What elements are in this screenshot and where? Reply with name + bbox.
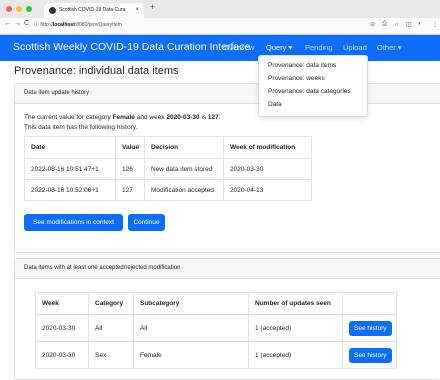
card-header: Data items with at least one accepted/re… [15, 259, 440, 279]
table-row: 2022-08-16 10:52:06+1 127 Modification a… [24, 179, 312, 201]
table-row: 2020-03-30 Sex Female 1 (accepted) See h… [35, 341, 397, 369]
table-cell: Sex [88, 341, 134, 369]
menu-item-provenance-weeks[interactable]: Provenance: weeks [268, 75, 325, 82]
modified-items-card: Data items with at least one accepted/re… [14, 258, 440, 380]
table-cell: 126 [115, 158, 145, 180]
column-header: Subcategory [133, 292, 249, 315]
browser-tab[interactable]: Scottish COVID-19 Data Cura × [44, 3, 144, 18]
table-cell: See history [342, 314, 397, 342]
page-title: Provenance: individual data items [14, 65, 179, 77]
url-prefix: http:// [40, 22, 53, 28]
new-tab-icon[interactable]: + [150, 2, 155, 12]
github-favicon-icon [49, 7, 56, 14]
column-header: Category [88, 292, 134, 315]
see-modifications-button[interactable]: See modifications in context [24, 214, 123, 231]
table-cell: Female [133, 341, 249, 369]
menu-item-data[interactable]: Data [268, 101, 282, 108]
column-header: Week of modification [223, 136, 312, 159]
current-value-prefix: The current value for category [24, 114, 113, 121]
item-value: 127 [207, 114, 219, 121]
history-intro-text: This data item has the following history… [24, 124, 138, 131]
column-header: Week [35, 292, 89, 315]
nav-upload[interactable]: Upload [343, 43, 367, 52]
nav-pending[interactable]: Pending [305, 43, 333, 52]
menu-item-provenance-data-items[interactable]: Provenance: data items [268, 62, 336, 69]
column-header: Date [24, 136, 116, 159]
table-cell: 2022-08-16 10:51:47+1 [24, 158, 116, 180]
current-value-mid: and week [134, 114, 167, 121]
table-cell: New data item stored [144, 158, 224, 180]
app-navbar: Scottish Weekly COVID-19 Data Curation I… [0, 35, 440, 61]
query-dropdown-menu: Provenance: data items Provenance: weeks… [258, 55, 368, 117]
tab-bar: Scottish COVID-19 Data Cura × + [0, 0, 440, 18]
table-cell: 2022-08-16 10:52:06+1 [24, 179, 116, 201]
table-cell: See history [342, 341, 397, 369]
table-row: 2020-03-30 All All 1 (accepted) See hist… [35, 314, 397, 342]
table-cell: 2020-03-30 [223, 158, 312, 180]
url-path: :8080/provQueryItem [74, 22, 122, 28]
column-header: Number of updates seen [248, 292, 343, 315]
current-value-text: The current value for category Female an… [24, 114, 221, 121]
table-cell: 2020-04-13 [223, 179, 312, 201]
close-tab-icon[interactable]: × [135, 3, 139, 18]
maximize-window-dot[interactable] [26, 6, 32, 12]
nav-overview[interactable]: Overview [223, 43, 254, 52]
table-cell: Modification accepted [144, 179, 224, 201]
minimize-window-dot[interactable] [16, 6, 22, 12]
current-value-end: . [218, 114, 221, 121]
nav-query-dropdown[interactable]: Query ▾ [266, 43, 292, 52]
bookmark-star-icon[interactable]: ☆ [394, 21, 399, 28]
table-cell: 2020-03-30 [35, 314, 89, 342]
modified-items-table: Week Category Subcategory Number of upda… [35, 292, 397, 369]
browser-chrome: Scottish COVID-19 Data Cura × + ← → C ⓘ … [0, 0, 440, 35]
table-cell: 1 (accepted) [248, 314, 343, 342]
tab-title: Scottish COVID-19 Data Cura [59, 7, 126, 13]
url-field[interactable]: ⓘ http://localhost:8080/provQueryItem [34, 20, 122, 31]
menu-item-provenance-data-categories[interactable]: Provenance: data categories [268, 88, 351, 95]
continue-button[interactable]: Continue [128, 214, 165, 231]
table-cell: 127 [115, 179, 145, 201]
browser-menu-icon[interactable]: ⋮ [432, 21, 438, 28]
table-cell: All [133, 314, 249, 342]
forward-icon[interactable]: → [14, 20, 21, 27]
column-header: Decision [144, 136, 224, 159]
history-table: Date Value Decision Week of modification… [24, 136, 312, 201]
see-history-button[interactable]: See history [349, 320, 392, 336]
column-header: Value [115, 136, 145, 159]
back-icon[interactable]: ← [4, 20, 11, 27]
url-host: localhost [52, 22, 75, 28]
table-row: 2022-08-16 10:51:47+1 126 New data item … [24, 158, 312, 180]
week-value: 2020-03-30 [166, 114, 200, 121]
card-header: Data item update history [15, 84, 440, 104]
column-header [342, 292, 397, 315]
nav-other-dropdown[interactable]: Other ▾ [377, 43, 402, 52]
table-header-row: Date Value Decision Week of modification [24, 136, 312, 159]
address-bar: ← → C ⓘ http://localhost:8080/provQueryI… [0, 18, 440, 35]
table-cell: 1 (accepted) [248, 341, 343, 369]
site-info-icon[interactable]: ⓘ [34, 22, 39, 28]
update-history-card: Data item update history The current val… [14, 83, 440, 253]
category-value: Female [112, 114, 135, 121]
app-brand[interactable]: Scottish Weekly COVID-19 Data Curation I… [13, 41, 250, 53]
share-icon[interactable]: ⎙ [382, 21, 387, 28]
see-history-button[interactable]: See history [349, 347, 392, 363]
zoom-icon[interactable]: ⊖ [370, 21, 375, 28]
table-cell: 2020-03-30 [35, 341, 89, 369]
table-cell: All [88, 314, 134, 342]
extension-icon[interactable]: ◐ [418, 21, 422, 27]
close-window-dot[interactable] [6, 6, 12, 12]
reload-icon[interactable]: C [24, 20, 29, 27]
current-value-is: is [199, 114, 208, 121]
side-panel-icon[interactable]: ◫ [406, 21, 412, 28]
table-header-row: Week Category Subcategory Number of upda… [35, 292, 397, 315]
